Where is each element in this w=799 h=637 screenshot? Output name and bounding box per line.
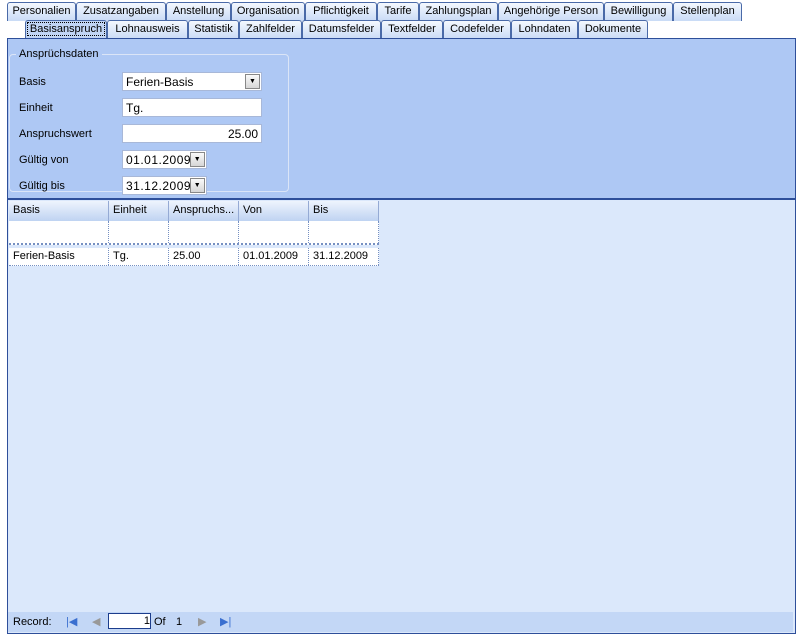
tab-zahlungsplan[interactable]: Zahlungsplan: [419, 2, 498, 21]
tab-bewilligung[interactable]: Bewilligung: [604, 2, 673, 21]
tab-angehoerige-person[interactable]: Angehörige Person: [498, 2, 604, 21]
of-label: Of: [154, 616, 166, 628]
cell-basis[interactable]: Ferien-Basis: [9, 248, 109, 265]
gueltig-von-datepicker[interactable]: 01.01.2009 ▼: [122, 150, 207, 169]
chevron-down-icon[interactable]: ▼: [245, 74, 260, 89]
tab-textfelder[interactable]: Textfelder: [381, 20, 443, 39]
anspruchswert-label: Anspruchswert: [19, 128, 92, 140]
tab-anstellung[interactable]: Anstellung: [166, 2, 231, 21]
tab-personalien[interactable]: Personalien: [7, 2, 76, 21]
basis-value: Ferien-Basis: [126, 75, 194, 89]
tab-lohnausweis[interactable]: Lohnausweis: [107, 20, 188, 39]
anspruchswert-input[interactable]: 25.00: [122, 124, 262, 143]
previous-record-icon[interactable]: ◀: [92, 612, 100, 632]
tab-stellenplan[interactable]: Stellenplan: [673, 2, 742, 21]
cell-anspruchswert[interactable]: 25.00: [169, 248, 239, 265]
filter-cell[interactable]: [239, 221, 309, 243]
filter-row[interactable]: [9, 221, 379, 245]
tab-pflichtigkeit[interactable]: Pflichtigkeit: [305, 2, 377, 21]
tab-codefelder[interactable]: Codefelder: [443, 20, 511, 39]
filter-cell[interactable]: [109, 221, 169, 243]
tab-datumsfelder[interactable]: Datumsfelder: [302, 20, 381, 39]
tab-lohndaten[interactable]: Lohndaten: [511, 20, 578, 39]
bis-value: 31.12.2009: [126, 179, 192, 193]
tab-basisanspruch[interactable]: Basisanspruch: [25, 20, 107, 39]
last-record-icon[interactable]: ▶|: [220, 612, 231, 632]
total-records: 1: [176, 616, 183, 628]
chevron-down-icon[interactable]: ▼: [190, 178, 205, 193]
column-header-basis[interactable]: Basis: [9, 201, 109, 221]
first-record-icon[interactable]: |◀: [66, 612, 77, 632]
column-header-von[interactable]: Von: [239, 201, 309, 221]
next-record-icon[interactable]: ▶: [198, 612, 206, 632]
column-header-einheit[interactable]: Einheit: [109, 201, 169, 221]
form-area: Ansprüchsdaten Basis Ferien-Basis ▼ Einhe…: [8, 39, 795, 197]
tab-tarife[interactable]: Tarife: [377, 2, 419, 21]
record-navigator: Record: |◀ ◀ Of 1 ▶ ▶|: [8, 612, 793, 632]
column-header-anspruchswert[interactable]: Anspruchs...: [169, 201, 239, 221]
gueltig-von-label: Gültig von: [19, 154, 69, 166]
chevron-down-icon[interactable]: ▼: [190, 152, 205, 167]
grid-area: Basis Einheit Anspruchs... Von Bis Ferie…: [8, 198, 795, 633]
tab-zahlfelder[interactable]: Zahlfelder: [239, 20, 302, 39]
filter-cell[interactable]: [169, 221, 239, 243]
cell-einheit[interactable]: Tg.: [109, 248, 169, 265]
filter-cell[interactable]: [9, 221, 109, 243]
tab-zusatzangaben[interactable]: Zusatzangaben: [76, 2, 166, 21]
einheit-input[interactable]: Tg.: [122, 98, 262, 117]
einheit-label: Einheit: [19, 102, 53, 114]
table-row[interactable]: Ferien-Basis Tg. 25.00 01.01.2009 31.12.…: [9, 248, 379, 266]
basis-label: Basis: [19, 76, 46, 88]
grid-header: Basis Einheit Anspruchs... Von Bis: [9, 201, 379, 221]
tab-content-panel: Ansprüchsdaten Basis Ferien-Basis ▼ Einhe…: [7, 38, 796, 634]
filter-cell[interactable]: [309, 221, 379, 243]
tab-dokumente[interactable]: Dokumente: [578, 20, 648, 39]
cell-bis[interactable]: 31.12.2009: [309, 248, 379, 265]
anspruchsdaten-group: Ansprüchsdaten Basis Ferien-Basis ▼ Einhe…: [9, 48, 289, 195]
gueltig-bis-datepicker[interactable]: 31.12.2009 ▼: [122, 176, 207, 195]
group-title: Ansprüchsdaten: [19, 48, 99, 60]
gueltig-bis-label: Gültig bis: [19, 180, 65, 192]
current-record-input[interactable]: [108, 613, 151, 629]
record-label: Record:: [13, 616, 52, 628]
tab-organisation[interactable]: Organisation: [231, 2, 305, 21]
data-grid: Basis Einheit Anspruchs... Von Bis Ferie…: [9, 201, 379, 266]
cell-von[interactable]: 01.01.2009: [239, 248, 309, 265]
tab-statistik[interactable]: Statistik: [188, 20, 239, 39]
column-header-bis[interactable]: Bis: [309, 201, 379, 221]
basis-dropdown[interactable]: Ferien-Basis ▼: [122, 72, 262, 91]
tab-label: Basisanspruch: [26, 22, 106, 36]
von-value: 01.01.2009: [126, 153, 192, 167]
